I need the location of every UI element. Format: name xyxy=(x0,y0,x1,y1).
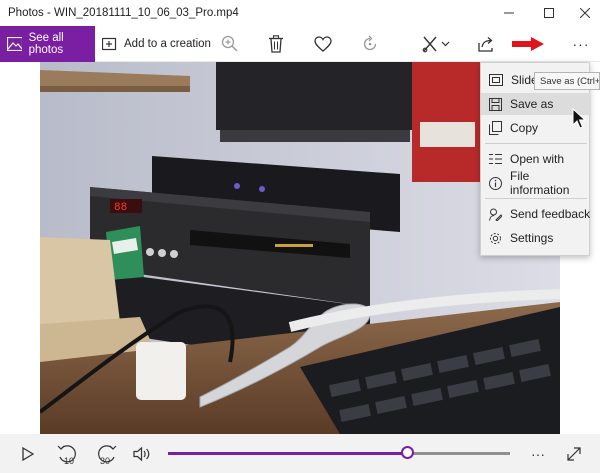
share-button[interactable] xyxy=(474,32,498,56)
close-button[interactable] xyxy=(562,0,600,26)
maximize-icon xyxy=(544,8,554,18)
menu-separator xyxy=(485,198,587,199)
menu-item-label: Open with xyxy=(510,152,565,166)
tooltip: Save as (Ctrl+S) xyxy=(534,72,600,90)
skip-forward-button[interactable]: 30 xyxy=(92,440,120,468)
photo-icon xyxy=(7,37,22,51)
close-icon xyxy=(580,8,590,18)
see-all-photos-button[interactable]: See all photos xyxy=(0,26,95,62)
skip-forward-label: 30 xyxy=(100,456,110,466)
zoom-icon xyxy=(221,35,238,52)
fullscreen-button[interactable] xyxy=(560,440,588,468)
skip-back-icon: 10 xyxy=(57,445,76,466)
window-title: Photos - WIN_20181111_10_06_03_Pro.mp4 xyxy=(8,7,239,19)
slideshow-icon xyxy=(489,74,503,86)
fullscreen-icon xyxy=(567,447,581,461)
see-more-menu: Slideshow Save as Copy Open with File in… xyxy=(480,62,591,256)
open-with-icon xyxy=(489,154,502,164)
menu-item-label: Send feedback xyxy=(510,207,591,221)
playback-more-button[interactable]: ··· xyxy=(524,440,552,468)
playback-controls: 10 30 ··· xyxy=(0,434,600,473)
edit-create-button[interactable] xyxy=(420,32,454,56)
menu-separator xyxy=(485,143,587,144)
add-to-creation-label: Add to a creation xyxy=(124,38,211,50)
mouse-cursor-icon xyxy=(572,108,586,129)
more-dots-icon: ··· xyxy=(572,36,590,52)
see-more-button[interactable]: ··· xyxy=(569,32,593,56)
volume-button[interactable] xyxy=(128,440,156,468)
info-icon xyxy=(489,176,502,190)
copy-icon xyxy=(489,121,502,135)
red-arrow-annotation-icon xyxy=(512,37,544,51)
menu-item-settings[interactable]: Settings xyxy=(481,227,591,249)
toolbar: See all photos Add to a creation ··· xyxy=(0,26,600,62)
seek-bar[interactable] xyxy=(168,452,510,455)
add-to-creation-button[interactable]: Add to a creation xyxy=(102,26,211,62)
seek-bar-thumb[interactable] xyxy=(400,446,414,459)
menu-item-send-feedback[interactable]: Send feedback xyxy=(481,203,591,225)
see-all-photos-label: See all photos xyxy=(28,32,64,56)
more-dots-icon: ··· xyxy=(531,446,545,462)
skip-back-button[interactable]: 10 xyxy=(54,440,82,468)
rotate-button[interactable] xyxy=(358,32,382,56)
play-button[interactable] xyxy=(14,440,42,468)
menu-item-label: Settings xyxy=(510,231,554,245)
favorite-button[interactable] xyxy=(311,32,335,56)
share-icon xyxy=(478,37,493,52)
skip-back-label: 10 xyxy=(64,456,74,466)
trash-icon xyxy=(269,35,283,53)
edit-tools-icon xyxy=(422,36,450,53)
menu-item-label: Save as xyxy=(510,97,554,111)
delete-button[interactable] xyxy=(264,32,288,56)
zoom-button[interactable] xyxy=(218,32,242,56)
menu-item-label: Copy xyxy=(510,121,539,135)
add-creation-icon xyxy=(102,37,117,51)
heart-icon xyxy=(314,36,332,52)
play-icon xyxy=(22,447,34,461)
menu-item-file-information[interactable]: File information xyxy=(481,169,591,197)
svg-text:88: 88 xyxy=(114,202,127,214)
gear-icon xyxy=(490,232,501,244)
menu-item-label: File information xyxy=(510,169,570,197)
rotate-icon xyxy=(363,35,377,51)
menu-item-open-with[interactable]: Open with xyxy=(481,148,591,170)
feedback-icon xyxy=(489,208,502,221)
skip-forward-icon: 30 xyxy=(98,445,117,466)
save-icon xyxy=(489,97,502,111)
volume-icon xyxy=(133,446,150,462)
minimize-icon xyxy=(504,12,514,14)
seek-bar-progress xyxy=(168,452,408,455)
